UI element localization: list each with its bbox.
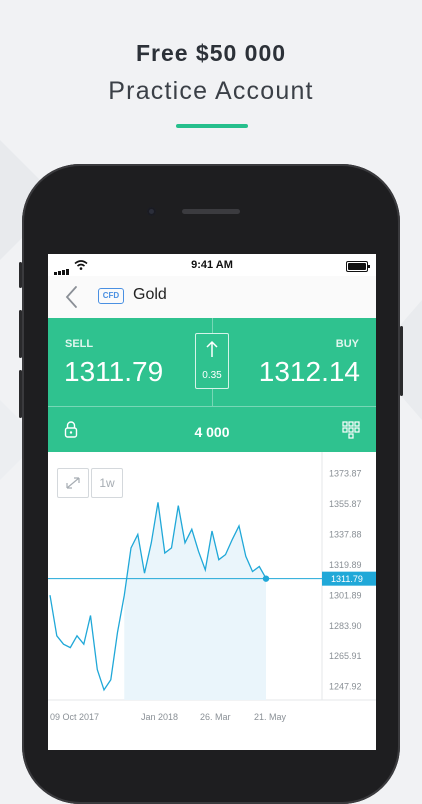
x-tick-label: 09 Oct 2017 bbox=[50, 712, 99, 722]
phone-power-button bbox=[400, 326, 403, 396]
earpiece-speaker bbox=[182, 209, 240, 214]
y-tick-label: 1283.90 bbox=[329, 621, 362, 631]
arrow-up-icon bbox=[206, 340, 218, 357]
quantity-value[interactable]: 4 000 bbox=[48, 424, 376, 440]
y-tick-label: 1337.88 bbox=[329, 530, 362, 540]
front-camera bbox=[147, 207, 156, 216]
spread-value: 0.35 bbox=[202, 370, 222, 381]
price-chart: 1373.87 1355.87 1337.88 1319.89 1301.89 1283.… bbox=[48, 452, 376, 750]
buy-label: BUY bbox=[335, 338, 359, 350]
y-tick-label: 1355.87 bbox=[329, 499, 362, 509]
accent-underline bbox=[176, 124, 248, 128]
instrument-title: Gold bbox=[133, 286, 167, 303]
timeframe-label: 1w bbox=[99, 476, 115, 490]
promo-headline: Free $50 000 bbox=[135, 40, 287, 66]
phone-mute-switch bbox=[19, 262, 22, 288]
cfd-badge: CFD bbox=[98, 288, 124, 304]
current-price-marker bbox=[262, 575, 270, 582]
y-tick-label: 1265.91 bbox=[329, 651, 362, 661]
timeframe-button[interactable]: 1w bbox=[91, 468, 123, 498]
trade-panel: SELL 1311.79 BUY 1312.14 0.35 4 000 bbox=[48, 318, 376, 452]
x-tick-label: 21. May bbox=[254, 712, 287, 722]
status-bar: 9:41 AM bbox=[48, 254, 376, 276]
sell-price-button[interactable]: 1311.79 bbox=[64, 356, 163, 388]
app-screen: 9:41 AM CFD Gold SELL 1311.79 BUY 1312.1… bbox=[48, 254, 376, 750]
spread-indicator: 0.35 bbox=[195, 333, 229, 389]
expand-chart-button[interactable] bbox=[57, 468, 89, 498]
y-tick-label: 1247.92 bbox=[329, 682, 362, 692]
phone-volume-down bbox=[19, 370, 22, 418]
y-tick-label: 1319.89 bbox=[329, 560, 362, 570]
battery-icon bbox=[346, 261, 370, 272]
nav-bar: CFD Gold bbox=[48, 276, 376, 319]
current-price-label: 1311.79 bbox=[331, 574, 363, 584]
keypad-icon[interactable] bbox=[342, 421, 360, 439]
x-tick-label: Jan 2018 bbox=[141, 712, 178, 722]
back-button[interactable] bbox=[62, 284, 82, 310]
series-area bbox=[124, 502, 266, 700]
phone-volume-up bbox=[19, 310, 22, 358]
expand-icon bbox=[66, 477, 80, 489]
x-tick-label: 26. Mar bbox=[200, 712, 231, 722]
buy-price-button[interactable]: 1312.14 bbox=[259, 356, 360, 388]
y-tick-label: 1373.87 bbox=[329, 469, 362, 479]
sell-label: SELL bbox=[65, 338, 94, 350]
promo-subheadline: Practice Account bbox=[108, 77, 314, 105]
status-time: 9:41 AM bbox=[191, 259, 233, 271]
trade-divider-horizontal bbox=[48, 406, 376, 407]
y-tick-label: 1301.89 bbox=[329, 590, 362, 600]
